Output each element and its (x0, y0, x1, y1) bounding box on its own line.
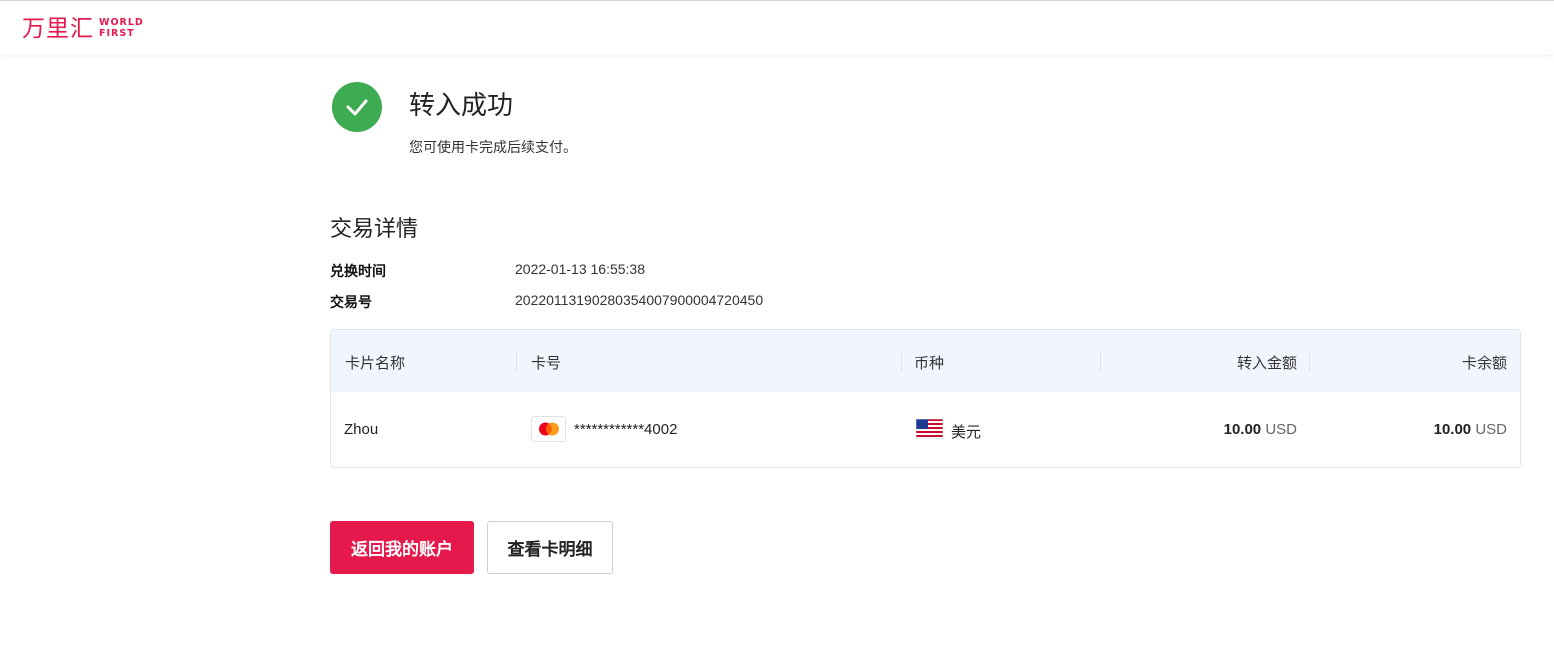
column-transfer-amount: 转入金额 (1236, 355, 1297, 372)
column-card-name: 卡片名称 (345, 355, 406, 372)
success-title: 转入成功 (409, 90, 514, 120)
transaction-id-value: 20220113190280354007900004720450 (515, 292, 764, 308)
logo-en-line2: FIRST (99, 28, 135, 39)
column-card-balance: 卡余额 (1461, 355, 1507, 372)
table-header: 卡片名称 卡号 币种 转入金额 卡余额 (331, 330, 1520, 392)
column-card-number: 卡号 (531, 355, 562, 372)
mastercard-icon (531, 416, 566, 442)
column-separator (901, 350, 902, 372)
back-to-account-button[interactable]: 返回我的账户 (330, 521, 474, 574)
column-separator (1100, 350, 1101, 372)
us-flag-icon (915, 418, 944, 444)
exchange-time-label: 兑换时间 (330, 263, 386, 279)
currency-cell: 美元 (951, 424, 982, 441)
column-separator (1309, 350, 1310, 372)
logo-en-line1: WORLD (99, 17, 144, 28)
view-card-details-button[interactable]: 查看卡明细 (487, 521, 613, 574)
card-balance-cell: 10.00 USD (1434, 421, 1507, 438)
logo-chinese-text: 万里汇 (22, 15, 94, 41)
worldfirst-logo[interactable]: 万里汇 WORLD FIRST (22, 15, 144, 41)
logo-english-text: WORLD FIRST (99, 17, 144, 39)
card-number-cell: ************4002 (574, 421, 678, 438)
exchange-time-value: 2022-01-13 16:55:38 (515, 261, 645, 277)
card-balance-value: 10.00 (1433, 421, 1472, 438)
transaction-id-label: 交易号 (330, 294, 372, 310)
card-balance-currency: USD (1475, 421, 1507, 438)
transfer-amount-value: 10.00 (1223, 421, 1262, 438)
check-circle-icon (332, 82, 382, 132)
top-bar: 万里汇 WORLD FIRST (0, 0, 1554, 54)
column-separator (516, 350, 517, 372)
column-currency: 币种 (914, 355, 945, 372)
transfer-amount-cell: 10.00 USD (1224, 421, 1297, 438)
transaction-details-title: 交易详情 (330, 216, 419, 241)
card-transfer-table: 卡片名称 卡号 币种 转入金额 卡余额 Zhou ************400… (330, 329, 1521, 468)
card-name-cell: Zhou (344, 421, 379, 438)
success-subtitle: 您可使用卡完成后续支付。 (409, 139, 577, 155)
transfer-amount-currency: USD (1265, 421, 1297, 438)
